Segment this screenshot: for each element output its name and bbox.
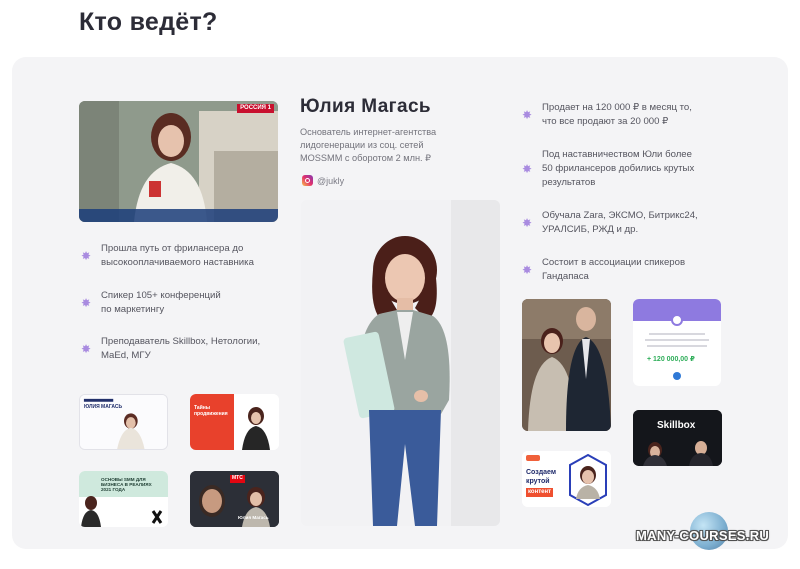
status-icon [673, 372, 681, 380]
content-line-2: крутой [526, 478, 550, 485]
achievement-item: ✸ Спикер 105+ конференций по маркетингу [80, 290, 221, 315]
speaker-portrait [301, 200, 500, 526]
payment-amount: + 120 000,00 ₽ [647, 356, 695, 363]
skillbox-label: Skillbox [657, 420, 696, 431]
payment-screenshot: + 120 000,00 ₽ [633, 299, 721, 386]
webinar-thumbnail[interactable]: Тайны продвижения [190, 394, 279, 450]
webinar-title: ЮЛИЯ МАГАСЬ [84, 404, 123, 410]
star-icon: ✸ [521, 263, 533, 277]
achievement-item: ✸ Прошла путь от фрилансера до высокоопл… [80, 243, 254, 268]
achievement-item: ✸ Продает на 120 000 ₽ в месяц то, что в… [521, 102, 692, 127]
star-icon: ✸ [80, 296, 92, 310]
tv-channel-logo: РОССИЯ 1 [237, 104, 274, 113]
content-line-3: контент [526, 488, 554, 497]
instagram-link[interactable]: @jukly [302, 175, 344, 186]
conference-thumbnail[interactable]: МТС Юлия Магась [190, 471, 279, 527]
skillbox-video[interactable]: Skillbox [633, 410, 722, 466]
course-thumbnail[interactable]: ОСНОВЫ SMM ДЛЯ БИЗНЕСА В РЕАЛИЯХ 2021 ГО… [79, 471, 168, 527]
achievement-item: ✸ Преподаватель Skillbox, Нетологии, MaE… [80, 336, 261, 361]
photo-with-colleague [522, 299, 611, 431]
star-icon: ✸ [521, 216, 533, 230]
bank-icon [671, 314, 683, 326]
star-icon: ✸ [521, 108, 533, 122]
conference-title: МТС [230, 475, 245, 483]
instagram-handle: @jukly [317, 175, 345, 186]
speaker-description: Основатель интернет-агентства лидогенера… [300, 127, 437, 163]
watermark-text: MANY-COURSES.RU [636, 528, 770, 543]
content-course-thumbnail[interactable]: Создаем крутой контент [522, 451, 611, 507]
achievement-item: ✸ Обучала Zara, ЭКСМО, Битрикс24, УРАЛСИ… [521, 210, 698, 235]
webinar-title: Тайны продвижения [194, 405, 228, 417]
star-icon: ✸ [80, 249, 92, 263]
section-title: Кто ведёт? [79, 8, 218, 36]
star-icon: ✸ [80, 342, 92, 356]
course-title: ОСНОВЫ SMM ДЛЯ БИЗНЕСА В РЕАЛИЯХ 2021 ГО… [101, 477, 152, 493]
tv-interview-photo: РОССИЯ 1 [79, 101, 278, 222]
instagram-icon [302, 175, 313, 186]
achievement-item: ✸ Состоит в ассоциации спикеров Гандапас… [521, 257, 686, 282]
speaker-name: Юлия Магась [300, 96, 431, 117]
achievement-item: ✸ Под наставничеством Юли более 50 фрила… [521, 149, 695, 188]
conference-speaker: Юлия Магась [238, 515, 269, 520]
content-line-1: Создаем [526, 469, 557, 476]
webinar-thumbnail[interactable]: ЮЛИЯ МАГАСЬ [79, 394, 168, 450]
star-icon: ✸ [521, 162, 533, 176]
